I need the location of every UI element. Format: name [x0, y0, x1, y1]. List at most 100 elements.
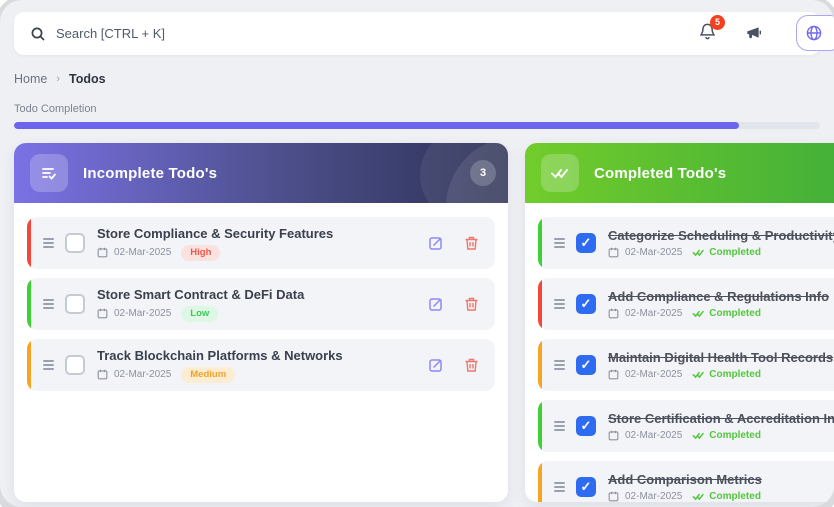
todo-title: Store Smart Contract & DeFi Data [97, 287, 304, 302]
delete-button[interactable] [464, 357, 479, 373]
incomplete-header-icon-box [30, 154, 68, 192]
completed-status: Completed [692, 430, 761, 441]
todo-row: Store Smart Contract & DeFi Data 02-Mar-… [27, 278, 495, 330]
double-check-icon [692, 248, 705, 257]
accent-bar [538, 278, 542, 330]
drag-handle-icon[interactable] [554, 238, 565, 248]
todo-date: 02-Mar-2025 [114, 369, 171, 380]
calendar-icon [97, 247, 108, 258]
todo-row: ✓ Store Certification & Accreditation In… [538, 400, 834, 452]
calendar-icon [608, 369, 619, 380]
globe-icon [805, 24, 823, 42]
edit-button[interactable] [428, 296, 444, 312]
breadcrumb: Home › Todos [14, 72, 820, 86]
todo-date: 02-Mar-2025 [625, 491, 682, 502]
accent-bar [27, 278, 31, 330]
double-check-icon [692, 431, 705, 440]
delete-button[interactable] [464, 296, 479, 312]
search-bar: 5 [14, 12, 820, 55]
todo-checkbox-checked[interactable]: ✓ [576, 355, 596, 375]
todo-title: Categorize Scheduling & Productivity App… [608, 228, 834, 243]
todo-checkbox-checked[interactable]: ✓ [576, 416, 596, 436]
todo-checkbox-checked[interactable]: ✓ [576, 233, 596, 253]
todo-date: 02-Mar-2025 [625, 369, 682, 380]
completed-header-icon-box [541, 154, 579, 192]
todo-row: ✓ Maintain Digital Health Tool Records 0… [538, 339, 834, 391]
todo-date: 02-Mar-2025 [114, 308, 171, 319]
incomplete-panel-header: Incomplete Todo's 3 [14, 143, 508, 203]
completed-status: Completed [692, 247, 761, 258]
todo-checkbox-checked[interactable]: ✓ [576, 294, 596, 314]
search-input[interactable] [56, 26, 698, 41]
accent-bar [538, 339, 542, 391]
incomplete-panel: Incomplete Todo's 3 Store Compliance & S… [14, 143, 508, 502]
priority-badge: Medium [181, 367, 235, 383]
trash-icon [464, 296, 479, 312]
calendar-icon [608, 491, 619, 502]
edit-icon [428, 235, 444, 251]
calendar-icon [97, 369, 108, 380]
calendar-icon [608, 308, 619, 319]
language-button[interactable] [796, 15, 834, 51]
notifications-button[interactable]: 5 [698, 22, 717, 46]
trash-icon [464, 357, 479, 373]
breadcrumb-home[interactable]: Home [14, 72, 47, 86]
accent-bar [538, 461, 542, 502]
todo-date: 02-Mar-2025 [625, 308, 682, 319]
progress-label: Todo Completion [14, 103, 820, 115]
todo-date: 02-Mar-2025 [114, 247, 171, 258]
todo-title: Store Compliance & Security Features [97, 226, 333, 241]
todo-row: ✓ Categorize Scheduling & Productivity A… [538, 217, 834, 269]
edit-icon [428, 357, 444, 373]
accent-bar [538, 400, 542, 452]
todo-title: Track Blockchain Platforms & Networks [97, 348, 343, 363]
edit-icon [428, 296, 444, 312]
todo-title: Store Certification & Accreditation Info [608, 411, 834, 426]
todo-checkbox[interactable] [65, 233, 85, 253]
accent-bar [27, 339, 31, 391]
accent-bar [538, 217, 542, 269]
completed-status: Completed [692, 369, 761, 380]
list-check-icon [40, 164, 58, 182]
trash-icon [464, 235, 479, 251]
todo-row: Store Compliance & Security Features 02-… [27, 217, 495, 269]
double-check-icon [692, 492, 705, 501]
todo-row: ✓ Add Compliance & Regulations Info 02-M… [538, 278, 834, 330]
incomplete-panel-title: Incomplete Todo's [83, 165, 217, 182]
drag-handle-icon[interactable] [554, 421, 565, 431]
edit-button[interactable] [428, 235, 444, 251]
progress-fill [14, 122, 739, 129]
todo-row: ✓ Add Comparison Metrics 02-Mar-2025 Com… [538, 461, 834, 502]
calendar-icon [608, 430, 619, 441]
drag-handle-icon[interactable] [554, 299, 565, 309]
calendar-icon [97, 308, 108, 319]
todo-checkbox[interactable] [65, 355, 85, 375]
todo-checkbox-checked[interactable]: ✓ [576, 477, 596, 497]
delete-button[interactable] [464, 235, 479, 251]
todo-title: Add Compliance & Regulations Info [608, 289, 829, 304]
priority-badge: High [181, 245, 220, 261]
announcements-button[interactable] [743, 24, 762, 43]
priority-badge: Low [181, 306, 218, 322]
completed-panel-title: Completed Todo's [594, 165, 726, 182]
progress-track [14, 122, 820, 129]
todo-title: Add Comparison Metrics [608, 472, 762, 487]
breadcrumb-current: Todos [69, 72, 106, 86]
double-check-icon [692, 309, 705, 318]
todo-date: 02-Mar-2025 [625, 247, 682, 258]
double-check-icon [692, 370, 705, 379]
todo-date: 02-Mar-2025 [625, 430, 682, 441]
drag-handle-icon[interactable] [43, 299, 54, 309]
todo-checkbox[interactable] [65, 294, 85, 314]
completed-panel-header: Completed Todo's [525, 143, 834, 203]
accent-bar [27, 217, 31, 269]
todo-title: Maintain Digital Health Tool Records [608, 350, 833, 365]
drag-handle-icon[interactable] [554, 360, 565, 370]
edit-button[interactable] [428, 357, 444, 373]
drag-handle-icon[interactable] [554, 482, 565, 492]
drag-handle-icon[interactable] [43, 238, 54, 248]
todo-row: Track Blockchain Platforms & Networks 02… [27, 339, 495, 391]
double-check-icon [550, 166, 570, 180]
drag-handle-icon[interactable] [43, 360, 54, 370]
megaphone-icon [743, 24, 762, 43]
